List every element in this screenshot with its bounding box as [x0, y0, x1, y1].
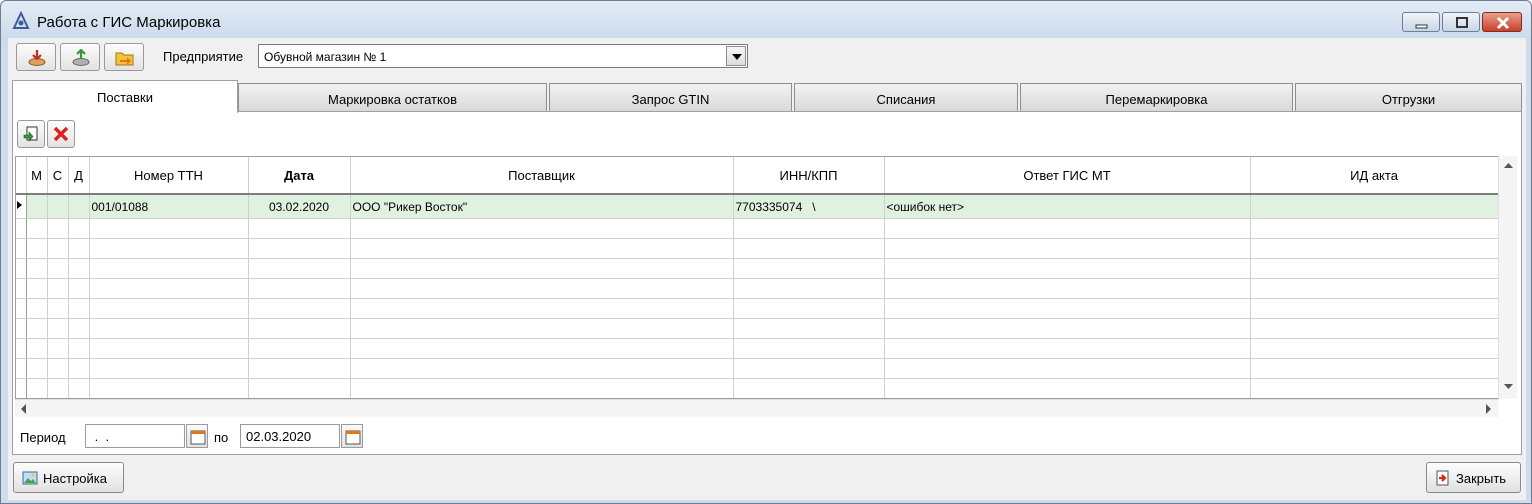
delete-icon — [53, 126, 69, 142]
current-row-arrow-icon — [17, 201, 22, 209]
chevron-down-icon — [732, 54, 742, 60]
empty-row — [16, 358, 1498, 379]
column-header[interactable]: ИНН/КПП — [733, 157, 885, 195]
open-folder-button[interactable] — [104, 43, 144, 71]
period-to-calendar-button[interactable] — [341, 424, 363, 448]
import-icon — [28, 50, 46, 66]
settings-button-label: Настройка — [43, 471, 107, 486]
empty-row — [16, 298, 1498, 319]
period-from-input[interactable]: . . — [85, 424, 185, 448]
tab-remarking[interactable]: Перемаркировка — [1020, 83, 1293, 112]
period-from-calendar-button[interactable] — [186, 424, 208, 448]
tab-write-offs[interactable]: Списания — [794, 83, 1018, 112]
close-window-button[interactable] — [1482, 12, 1522, 32]
open-folder-icon — [115, 52, 134, 66]
dropdown-button[interactable] — [726, 46, 746, 66]
cell-act-id[interactable] — [1250, 194, 1498, 219]
empty-row — [16, 378, 1498, 398]
document-load-icon — [23, 126, 38, 142]
enterprise-select[interactable]: Обувной магазин № 1 — [258, 44, 748, 68]
row-indicator-header — [16, 157, 27, 195]
empty-row — [16, 258, 1498, 279]
settings-image-icon — [22, 471, 38, 485]
horizontal-scrollbar[interactable] — [15, 399, 1499, 417]
column-header[interactable]: Номер ТТН — [89, 157, 249, 195]
grid-header-row: М С Д Номер ТТН Дата Поставщик ИНН/КПП О… — [16, 157, 1498, 195]
calendar-icon — [190, 430, 206, 445]
exit-door-icon — [1436, 470, 1449, 486]
row-indicator — [16, 194, 27, 219]
period-to-label: по — [214, 430, 229, 445]
maximize-button[interactable] — [1442, 12, 1480, 32]
column-header[interactable]: Д — [68, 157, 90, 195]
tab-shipments[interactable]: Отгрузки — [1295, 83, 1522, 112]
app-logo-icon — [12, 11, 30, 29]
empty-row — [16, 218, 1498, 239]
column-header[interactable]: Ответ ГИС МТ — [884, 157, 1251, 195]
load-document-button[interactable] — [17, 120, 45, 148]
empty-row — [16, 238, 1498, 259]
cell-supplier[interactable]: ООО "Рикер Восток" — [350, 194, 734, 219]
close-button-label: Закрыть — [1456, 471, 1507, 486]
tab-stock-marking[interactable]: Маркировка остатков — [238, 83, 547, 112]
minimize-icon — [1415, 24, 1428, 29]
cell-ttn[interactable]: 001/01088 — [89, 194, 249, 219]
cell-date[interactable]: 03.02.2020 — [248, 194, 351, 219]
minimize-button[interactable] — [1402, 12, 1440, 32]
settings-button[interactable]: Настройка — [13, 462, 124, 493]
column-header[interactable]: М — [26, 157, 48, 195]
vertical-scrollbar[interactable] — [1498, 156, 1517, 399]
window-title: Работа с ГИС Маркировка — [37, 14, 221, 31]
enterprise-value: Обувной магазин № 1 — [264, 50, 387, 64]
scroll-down-icon — [1504, 384, 1513, 389]
cell-response[interactable]: <ошибок нет> — [884, 194, 1251, 219]
scroll-up-icon — [1504, 163, 1513, 168]
tab-strip: Поставки Маркировка остатков Запрос GTIN… — [12, 80, 1522, 113]
export-icon — [72, 49, 90, 66]
tab-deliveries[interactable]: Поставки — [12, 80, 238, 113]
import-button[interactable] — [16, 43, 56, 71]
deliveries-tab-page: М С Д Номер ТТН Дата Поставщик ИНН/КПП О… — [12, 111, 1522, 455]
empty-row — [16, 318, 1498, 339]
period-to-input[interactable]: 02.03.2020 — [240, 424, 340, 448]
export-button[interactable] — [60, 43, 100, 71]
calendar-icon — [345, 430, 361, 445]
cell-m[interactable] — [26, 194, 48, 219]
scroll-right-icon — [1486, 404, 1491, 414]
column-header[interactable]: Поставщик — [350, 157, 734, 195]
empty-row — [16, 278, 1498, 299]
restore-icon — [1456, 17, 1468, 28]
deliveries-grid[interactable]: М С Д Номер ТТН Дата Поставщик ИНН/КПП О… — [15, 156, 1499, 399]
enterprise-label: Предприятие — [163, 49, 244, 64]
delete-button[interactable] — [47, 120, 75, 148]
period-label: Период — [20, 430, 66, 445]
main-window: Работа с ГИС Маркировка Предприятие Обув… — [0, 0, 1532, 504]
scroll-left-icon — [21, 404, 26, 414]
column-header[interactable]: С — [47, 157, 69, 195]
column-header[interactable]: ИД акта — [1250, 157, 1498, 195]
close-button[interactable]: Закрыть — [1426, 462, 1521, 493]
empty-row — [16, 338, 1498, 359]
table-row[interactable]: 001/01088 03.02.2020 ООО "Рикер Восток" … — [16, 194, 1498, 219]
client-area: Предприятие Обувной магазин № 1 Поставки… — [8, 38, 1526, 500]
tab-gtin-request[interactable]: Запрос GTIN — [549, 83, 792, 112]
close-icon — [1496, 16, 1510, 30]
cell-c[interactable] — [47, 194, 69, 219]
column-header[interactable]: Дата — [248, 157, 351, 195]
cell-d[interactable] — [68, 194, 90, 219]
cell-inn-kpp[interactable]: 7703335074 \ — [733, 194, 885, 219]
title-bar[interactable]: Работа с ГИС Маркировка — [1, 1, 1531, 41]
